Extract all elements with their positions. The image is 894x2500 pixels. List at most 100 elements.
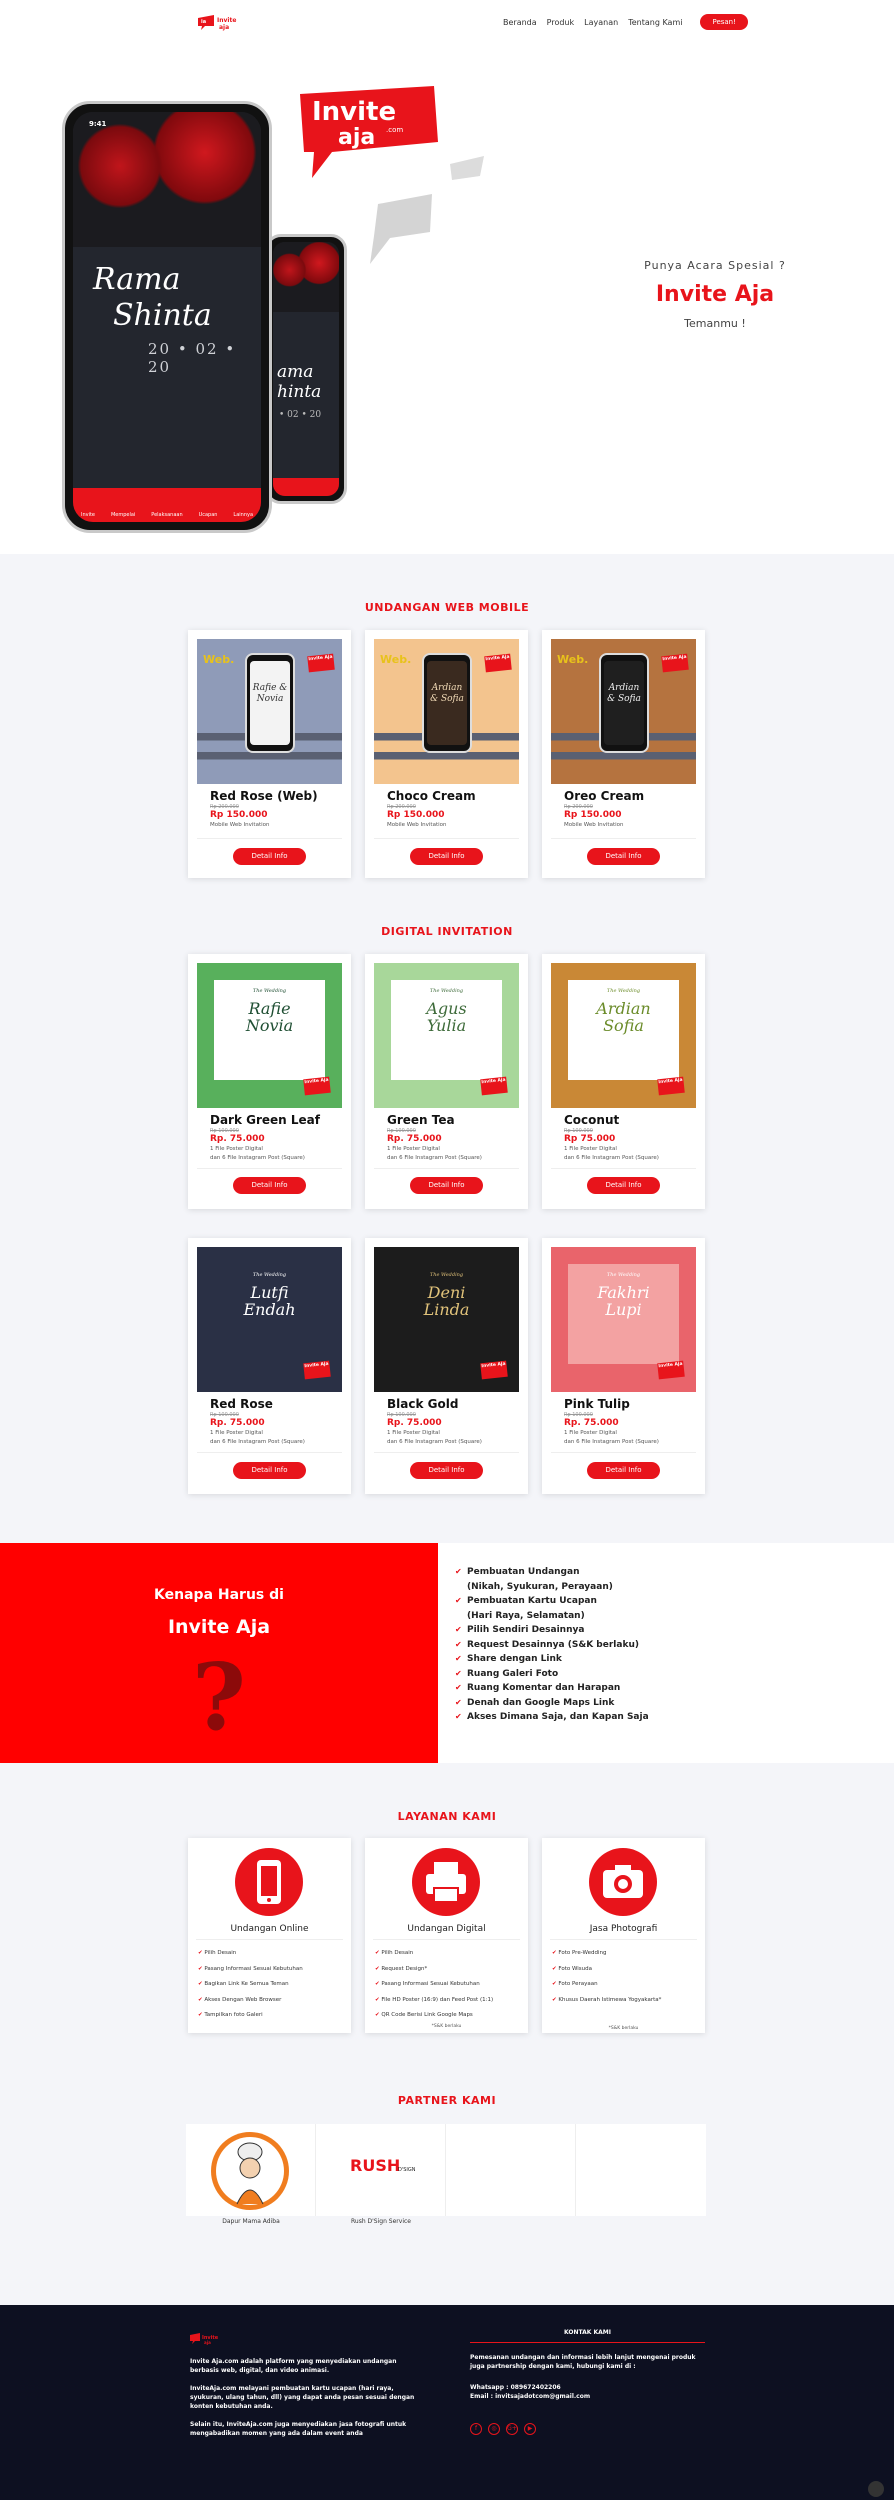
service-feature: Akses Dengan Web Browser <box>198 1993 303 2009</box>
couple-name-2: Yulia <box>426 1016 467 1035</box>
couple-name-1: Rafie <box>248 999 291 1018</box>
partner-dapur-mama-adiba[interactable] <box>186 2124 316 2216</box>
service-feature: Pilih Desain <box>375 1946 493 1962</box>
why-feature-item: Request Desainnya (S&K berlaku) <box>455 1638 649 1653</box>
couple-name-2: Linda <box>423 1300 470 1319</box>
web-product-card: Web. Invite Aja Ardian & Sofia Choco Cream R… <box>365 630 528 878</box>
detail-info-button[interactable]: Detail Info <box>233 848 306 865</box>
why-heading-2: Invite Aja <box>167 1616 271 1638</box>
service-divider <box>550 1939 697 1940</box>
detail-info-button[interactable]: Detail Info <box>410 1177 483 1194</box>
why-feature-item: Pembuatan Kartu Ucapan <box>455 1594 649 1609</box>
partner-rush-dsign[interactable]: RUSH D'SIGN <box>316 2124 446 2216</box>
couple-name-1: Agus <box>426 999 467 1018</box>
phone-tab-lainnya: Lainnya <box>233 512 254 518</box>
hero-tagline-1: Punya Acara Spesial ? <box>644 259 786 272</box>
invitation-preview: The Wedding Rafie Novia <box>214 980 325 1080</box>
product-image: The Wedding Lutfi Endah Invite Aja <box>197 1247 342 1392</box>
phone-tab-invite: Invite <box>80 512 95 518</box>
product-description-1: 1 File Poster Digital <box>387 1146 440 1152</box>
wedding-label: The Wedding <box>429 988 464 994</box>
detail-info-button[interactable]: Detail Info <box>587 848 660 865</box>
couple-name-2: Novia <box>245 1016 294 1035</box>
product-image: Web. Invite Aja Ardian & Sofia <box>374 639 519 784</box>
product-description-1: 1 File Poster Digital <box>210 1430 263 1436</box>
product-price: Rp. 75.000 <box>387 1418 442 1428</box>
product-price: Rp. 75.000 <box>564 1418 619 1428</box>
hero-tagline-2: Temanmu ! <box>684 317 746 330</box>
why-feature-item: (Hari Raya, Selamatan) <box>467 1610 585 1621</box>
footer-whatsapp[interactable]: Whatsapp : 089672402206 <box>470 2383 705 2392</box>
footer-logo: Invite aja <box>190 2333 219 2345</box>
detail-info-button[interactable]: Detail Info <box>587 1462 660 1479</box>
card-divider <box>197 838 342 839</box>
nav-layanan[interactable]: Layanan <box>584 18 618 27</box>
card-divider <box>197 1452 342 1453</box>
detail-info-button[interactable]: Detail Info <box>410 848 483 865</box>
back-phone-tabbar <box>273 478 339 496</box>
digital-product-card: The Wedding Deni Linda Invite Aja Black Gold… <box>365 1238 528 1494</box>
couple-name-2: Lupi <box>605 1300 642 1319</box>
wedding-label: The Wedding <box>606 1272 641 1278</box>
phone-tab-pelaksanaan: Pelaksanaan <box>151 512 183 518</box>
phone-wedding-date: 20 • 02 • 20 <box>148 340 237 376</box>
product-price: Rp. 75.000 <box>210 1418 265 1428</box>
partner-slot-empty-1 <box>446 2124 576 2216</box>
nav-produk[interactable]: Produk <box>547 18 574 27</box>
product-description-1: 1 File Poster Digital <box>564 1146 617 1152</box>
hero-brand: Invite Aja <box>655 282 775 307</box>
card-divider <box>551 1452 696 1453</box>
scroll-top-button[interactable] <box>868 2481 884 2497</box>
service-feature: Bagikan Link Ke Semua Teman <box>198 1977 303 1993</box>
product-name: Coconut <box>564 1113 620 1127</box>
wedding-label: The Wedding <box>606 988 641 994</box>
question-mark-icon: ? <box>192 1643 246 1751</box>
invite-aja-flag: Invite Aja <box>657 1360 685 1380</box>
youtube-icon[interactable]: ▶ <box>524 2423 536 2435</box>
product-description: Mobile Web Invitation <box>564 822 624 828</box>
detail-info-button[interactable]: Detail Info <box>233 1177 306 1194</box>
invite-aja-flag: Invite Aja <box>484 653 512 673</box>
why-feature-item: Denah dan Google Maps Link <box>455 1696 649 1711</box>
partner-slot-empty-2 <box>576 2124 706 2216</box>
web-tag: Web. <box>203 653 235 666</box>
web-tag: Web. <box>557 653 589 666</box>
product-price: Rp 150.000 <box>564 810 622 820</box>
detail-info-button[interactable]: Detail Info <box>410 1462 483 1479</box>
service-feature: Foto Wisuda <box>552 1962 661 1978</box>
service-feature: Pasang Informasi Sesuai Kebutuhan <box>375 1977 493 1993</box>
invitation-preview: The Wedding Agus Yulia <box>391 980 502 1080</box>
service-title: Undangan Digital <box>407 1924 486 1934</box>
services-title: LAYANAN KAMI <box>397 1810 497 1823</box>
service-divider <box>373 1939 520 1940</box>
nav-tentang-kami[interactable]: Tentang Kami <box>628 18 682 27</box>
site-logo[interactable]: ia Invite aja <box>197 14 247 32</box>
nav-beranda[interactable]: Beranda <box>503 18 537 27</box>
phone-couple-names: Rama Shinta <box>93 262 212 333</box>
google-plus-icon[interactable]: G+ <box>506 2423 518 2435</box>
invite-aja-flag: Invite Aja <box>307 653 335 673</box>
printer-icon <box>412 1848 480 1916</box>
detail-info-button[interactable]: Detail Info <box>587 1177 660 1194</box>
web-mobile-title: UNDANGAN WEB MOBILE <box>364 601 530 614</box>
product-description-1: 1 File Poster Digital <box>387 1430 440 1436</box>
couple-name-1: Fakhri <box>597 1283 650 1302</box>
invite-aja-flag: Invite Aja <box>303 1076 331 1096</box>
instagram-icon[interactable]: ◎ <box>488 2423 500 2435</box>
footer: Invite aja Invite Aja.com adalah platfor… <box>0 2305 894 2500</box>
invitation-preview: The Wedding Deni Linda <box>391 1264 502 1364</box>
service-feature: Foto Perayaan <box>552 1977 661 1993</box>
footer-email[interactable]: Email : invitsajadotcom@gmail.com <box>470 2392 705 2401</box>
product-image: The Wedding Ardian Sofia Invite Aja <box>551 963 696 1108</box>
mini-phone-screen: Ardian & Sofia <box>604 661 644 745</box>
order-button[interactable]: Pesan! <box>700 14 748 30</box>
detail-info-button[interactable]: Detail Info <box>233 1462 306 1479</box>
mini-phone-screen: Ardian & Sofia <box>427 661 467 745</box>
back-phone-names: ama hinta <box>277 362 322 402</box>
phone-tab-mempelai: Mempelai <box>110 512 136 518</box>
facebook-icon[interactable]: f <box>470 2423 482 2435</box>
why-section: Kenapa Harus di Invite Aja ? Pembuatan U… <box>0 1543 894 1763</box>
back-phone-mockup: ama hinta • 02 • 20 <box>265 234 347 504</box>
why-feature-item: Pembuatan Undangan <box>455 1565 649 1580</box>
product-description: Mobile Web Invitation <box>387 822 447 828</box>
